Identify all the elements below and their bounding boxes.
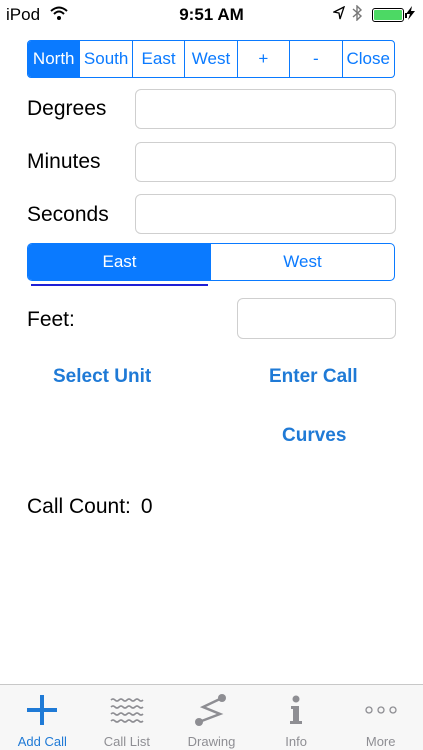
segment-west[interactable]: West: [185, 41, 238, 77]
seconds-label: Seconds: [27, 203, 109, 226]
call-count-label: Call Count:: [27, 495, 131, 518]
selection-underline: [31, 284, 208, 286]
tab-info[interactable]: Info: [254, 685, 339, 750]
tab-call-list[interactable]: Call List: [85, 685, 170, 750]
degrees-label: Degrees: [27, 97, 107, 120]
wavy-lines-icon: [110, 698, 144, 723]
more-icon: [365, 706, 397, 714]
feet-label: Feet:: [27, 308, 75, 331]
charging-bolt-icon: [406, 6, 415, 20]
seconds-input[interactable]: [135, 194, 396, 234]
minutes-input[interactable]: [135, 142, 396, 182]
tab-label: Drawing: [187, 734, 236, 749]
segment-close[interactable]: Close: [343, 41, 394, 77]
call-count-value: 0: [140, 495, 153, 518]
segment-south[interactable]: South: [80, 41, 133, 77]
tab-label: Info: [285, 734, 307, 749]
tab-drawing[interactable]: Drawing: [169, 685, 254, 750]
bluetooth-icon: [352, 5, 363, 21]
feet-input[interactable]: [237, 298, 396, 339]
tab-label: More: [365, 734, 396, 749]
direction-segmented-control: North South East West + - Close: [27, 40, 395, 78]
minutes-label: Minutes: [27, 150, 101, 173]
enter-call-button[interactable]: Enter Call: [269, 366, 358, 388]
tab-bar: Add Call Call List Drawing Info More: [0, 684, 423, 750]
tab-label: Add Call: [17, 734, 67, 749]
tab-add-call[interactable]: Add Call: [0, 685, 85, 750]
drawing-icon: [195, 694, 227, 726]
toggle-west[interactable]: West: [211, 244, 394, 280]
toggle-east[interactable]: East: [28, 244, 211, 280]
tab-more[interactable]: More: [338, 685, 423, 750]
segment-east[interactable]: East: [133, 41, 186, 77]
segment-minus[interactable]: -: [290, 41, 343, 77]
info-icon: [290, 695, 303, 724]
status-bar: iPod 9:51 AM: [0, 0, 423, 30]
east-west-segmented-control: East West: [27, 243, 395, 281]
degrees-input[interactable]: [135, 89, 396, 129]
select-unit-button[interactable]: Select Unit: [53, 366, 151, 388]
call-count: Call Count: 0: [27, 495, 153, 519]
curves-button[interactable]: Curves: [282, 425, 346, 447]
tab-label: Call List: [103, 734, 151, 749]
battery-icon: [372, 8, 407, 22]
segment-plus[interactable]: +: [238, 41, 291, 77]
segment-north[interactable]: North: [28, 41, 81, 77]
location-arrow-icon: [333, 6, 345, 20]
plus-icon: [27, 695, 58, 725]
